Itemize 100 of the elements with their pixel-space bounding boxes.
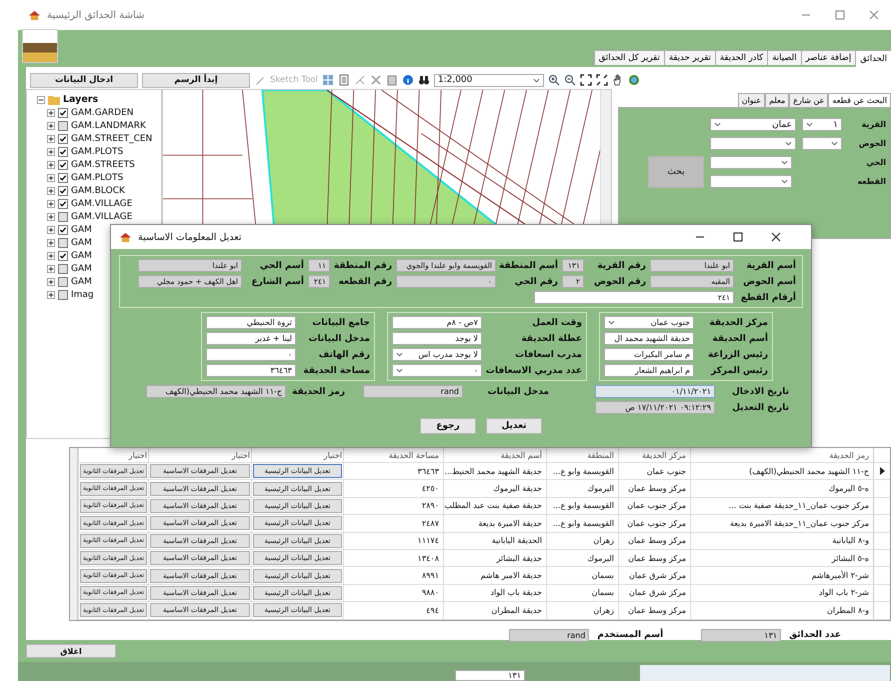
tree-item[interactable]: GAM [71, 224, 92, 234]
tab[interactable]: كادر الحديقة [714, 50, 768, 65]
expand-icon[interactable] [47, 252, 55, 260]
tree-item[interactable]: GAM [71, 276, 92, 286]
expand-icon[interactable] [47, 160, 55, 168]
expand-icon[interactable] [47, 108, 55, 116]
tree-item[interactable]: GAM [71, 264, 92, 274]
expand-icon[interactable] [47, 134, 55, 142]
tree-item[interactable]: GAM [71, 250, 92, 260]
text-field[interactable]: م ابراهيم الشعار [604, 364, 694, 377]
dialog-button[interactable]: رجوع [420, 418, 476, 434]
close-icon[interactable] [771, 232, 781, 242]
text-field[interactable]: rand [363, 385, 463, 398]
text-field[interactable]: ج-١١ الشهيد محمد الحنيطي(الكهف [146, 385, 286, 398]
tab[interactable]: تقرير حديقة [664, 50, 716, 65]
dropdown[interactable]: جنوب عمان [604, 316, 694, 329]
text-field[interactable]: م سامر البكيرات [604, 348, 694, 361]
tree-item[interactable]: GAM.VILLAGE [71, 198, 132, 208]
expand-icon[interactable] [47, 238, 55, 246]
search-button[interactable]: بحث [648, 156, 704, 188]
expand-icon[interactable] [47, 264, 55, 272]
checkbox[interactable] [58, 212, 68, 222]
full-extent-icon[interactable] [596, 74, 608, 86]
text-field[interactable]: ٧ص - ٨م [392, 316, 482, 329]
checkbox[interactable] [58, 134, 68, 144]
field-label: أرقام القطع [740, 292, 796, 302]
tab[interactable]: معلم [765, 93, 790, 107]
text-field[interactable]: ٠١/١١/٢٠٢١ [595, 385, 715, 398]
checkbox[interactable] [58, 108, 68, 118]
tab[interactable]: تقرير كل الحدائق [594, 50, 665, 65]
text-field[interactable]: ١٣١ [701, 628, 782, 642]
tab[interactable]: الحدائق [855, 50, 891, 67]
text-field[interactable]: ثروة الحنيطي [206, 316, 296, 329]
text-field[interactable]: rand [509, 628, 590, 642]
checkbox[interactable] [58, 120, 68, 130]
tab[interactable]: البحث عن قطعه [828, 93, 891, 107]
dropdown[interactable]: عمان [710, 118, 796, 131]
expand-icon[interactable] [47, 174, 55, 182]
dialog-button[interactable]: تعديل [486, 418, 542, 434]
text-field[interactable]: ٠٩:١٢:٢٩ ١٧/١١/٢٠٢١ ص [595, 401, 715, 414]
tree-item[interactable]: GAM.STREETS [71, 160, 135, 170]
expand-icon[interactable] [47, 278, 55, 286]
expand-icon[interactable] [47, 122, 55, 130]
checkbox[interactable] [58, 146, 68, 156]
tree-item[interactable]: GAM.VILLAGE [71, 212, 132, 222]
tab[interactable]: عنوان [738, 93, 766, 107]
checkbox[interactable] [58, 290, 68, 300]
zoom-extent-icon[interactable] [580, 74, 592, 86]
tree-item[interactable]: Layers [63, 94, 98, 105]
checkbox[interactable] [58, 160, 68, 170]
collapse-icon[interactable] [37, 96, 45, 104]
tree-item[interactable]: GAM.BLOCK [71, 186, 125, 196]
tab[interactable]: الصيانة [767, 50, 802, 65]
text-field[interactable]: حديقة الشهيد محمد ال [604, 332, 694, 345]
expand-icon[interactable] [47, 148, 55, 156]
tab[interactable]: عن شارع [789, 93, 828, 107]
binoculars-icon[interactable] [418, 74, 430, 86]
tree-item[interactable]: GAM.PLOTS [71, 146, 124, 156]
scale-dropdown[interactable]: 1:2,000 [434, 74, 544, 86]
text-field[interactable]: ٣٦٤٦٣ [206, 364, 296, 377]
text-field[interactable]: ٠ [206, 348, 296, 361]
delete-icon[interactable] [370, 74, 382, 86]
tab[interactable]: إضافة عناصر [800, 50, 856, 65]
tree-item[interactable]: GAM.GARDEN [71, 108, 134, 118]
zoom-out-icon[interactable] [564, 74, 576, 86]
document-icon[interactable] [338, 74, 350, 86]
text-field[interactable]: ١٣١ [455, 670, 525, 681]
globe-icon[interactable] [628, 74, 640, 86]
tree-item[interactable]: GAM [71, 238, 92, 248]
expand-icon[interactable] [47, 186, 55, 194]
tree-item[interactable]: GAM.PLOTS [71, 172, 124, 182]
data-entry-button[interactable]: ادخال البيانات [30, 72, 138, 88]
text-field[interactable]: لا يوجد [392, 332, 482, 345]
text-field[interactable]: لينا + غدير [206, 332, 296, 345]
expand-icon[interactable] [47, 226, 55, 234]
maximize-icon[interactable] [733, 232, 743, 242]
checkbox[interactable] [58, 238, 68, 248]
grid-icon[interactable] [322, 74, 334, 86]
checkbox[interactable] [58, 172, 68, 182]
close-button[interactable]: اغلاق [26, 644, 116, 658]
tree-item[interactable]: GAM.LANDMARK [71, 120, 146, 130]
expand-icon[interactable] [47, 200, 55, 208]
expand-icon[interactable] [47, 212, 55, 220]
tree-item[interactable]: Imag [71, 290, 94, 300]
scrollbar[interactable] [70, 448, 78, 620]
checkbox[interactable] [58, 250, 68, 260]
info-icon[interactable] [402, 74, 414, 86]
checkbox[interactable] [58, 264, 68, 274]
checkbox[interactable] [58, 186, 68, 196]
tree-item[interactable]: GAM.STREET_CEN [71, 134, 152, 144]
dropdown[interactable]: لا يوجد مدرب اس [392, 348, 482, 361]
expand-icon[interactable] [47, 290, 55, 298]
start-drawing-button[interactable]: إبدأ الرسم [142, 72, 250, 88]
checkbox[interactable] [58, 276, 68, 286]
dropdown[interactable]: ٠ [392, 364, 482, 377]
checkbox[interactable] [58, 224, 68, 234]
zoom-in-icon[interactable] [548, 74, 560, 86]
dropdown[interactable]: ١ [802, 118, 842, 131]
field-label: أسم الحديقة [711, 334, 768, 344]
checkbox[interactable] [58, 198, 68, 208]
